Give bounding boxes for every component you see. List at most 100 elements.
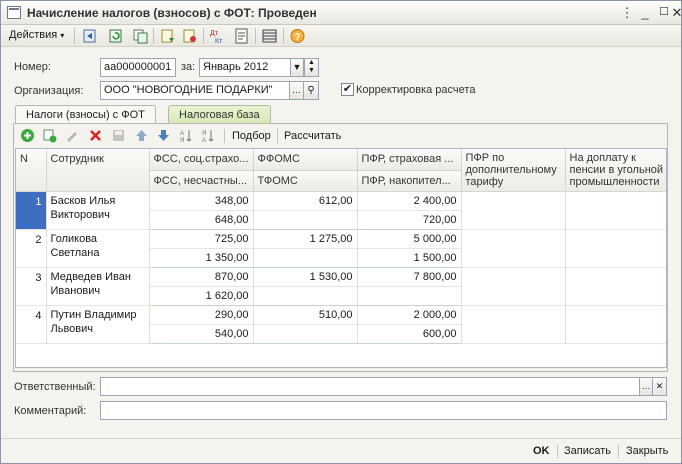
pfr-additional-cell[interactable] xyxy=(461,229,566,268)
column-header-ffoms[interactable]: ФФОМС xyxy=(253,149,358,171)
coal-pension-cell[interactable] xyxy=(565,267,666,306)
pfr-accumulative-cell[interactable]: 600,00 xyxy=(357,324,462,344)
refresh-doc-icon[interactable] xyxy=(107,28,124,44)
fss-accident-cell[interactable]: 1 350,00 xyxy=(149,248,254,268)
title-bar: Начисление налогов (взносов) с ФОТ: Пров… xyxy=(1,1,682,25)
edit-row-icon[interactable] xyxy=(64,128,79,143)
fss-cell[interactable]: 348,00 xyxy=(149,191,254,211)
fss-cell[interactable]: 725,00 xyxy=(149,229,254,249)
column-header-tfoms[interactable]: ТФОМС xyxy=(253,170,358,192)
coal-pension-cell[interactable] xyxy=(565,305,666,344)
report-icon[interactable] xyxy=(233,28,250,44)
column-header-employee[interactable]: Сотрудник xyxy=(46,149,150,192)
pfr-additional-cell[interactable] xyxy=(461,191,566,230)
responsible-clear-button[interactable]: ✕ xyxy=(652,377,667,396)
pfr-accumulative-cell[interactable]: 720,00 xyxy=(357,210,462,230)
pfr-accumulative-cell[interactable] xyxy=(357,286,462,306)
post-document-icon[interactable] xyxy=(159,28,176,44)
period-field[interactable]: Январь 2012 xyxy=(199,58,291,77)
employee-cell[interactable]: Медведев Иван Иванович xyxy=(46,267,150,306)
row-number[interactable]: 2 xyxy=(16,229,47,268)
help-icon[interactable]: ? xyxy=(289,28,306,44)
employee-cell[interactable]: Голикова Светлана xyxy=(46,229,150,268)
table-row[interactable]: 1 Басков Илья Викторович 348,00 612,00 2… xyxy=(16,191,666,230)
coal-pension-cell[interactable] xyxy=(565,229,666,268)
svg-text:Я: Я xyxy=(202,131,206,137)
toolbar-separator xyxy=(74,28,75,44)
unpost-document-icon[interactable] xyxy=(181,28,198,44)
period-dropdown-button[interactable]: ▼ xyxy=(290,58,304,77)
table-row[interactable]: 2 Голикова Светлана 725,00 1 275,00 5 00… xyxy=(16,229,666,268)
fss-accident-cell[interactable]: 540,00 xyxy=(149,324,254,344)
move-up-icon[interactable] xyxy=(134,128,149,143)
copy-doc-icon[interactable] xyxy=(132,28,149,44)
column-header-pfr-additional[interactable]: ПФР по дополнительному тарифу xyxy=(461,149,566,192)
column-header-n[interactable]: N xyxy=(16,149,47,192)
tfoms-cell[interactable] xyxy=(253,210,358,230)
organization-label: Организация: xyxy=(14,85,84,97)
debit-credit-icon[interactable]: Дт Кт xyxy=(209,28,226,44)
document-window: Начисление налогов (взносов) с ФОТ: Пров… xyxy=(0,0,682,464)
close-window-button[interactable]: ✕ xyxy=(669,5,682,20)
row-number[interactable]: 3 xyxy=(16,267,47,306)
more-icon[interactable]: ⋮ xyxy=(619,5,635,20)
employee-cell[interactable]: Путин Владимир Львович xyxy=(46,305,150,344)
responsible-field[interactable] xyxy=(100,377,640,396)
organization-select-button[interactable]: … xyxy=(289,81,304,100)
pfr-additional-cell[interactable] xyxy=(461,267,566,306)
pfr-accumulative-cell[interactable]: 1 500,00 xyxy=(357,248,462,268)
sort-ascending-icon[interactable]: А Я xyxy=(179,128,194,143)
ffoms-cell[interactable]: 612,00 xyxy=(253,191,358,211)
move-down-icon[interactable] xyxy=(156,128,171,143)
organization-open-button[interactable]: ⚲ xyxy=(303,81,319,100)
structure-icon[interactable] xyxy=(261,28,278,44)
ffoms-cell[interactable]: 1 275,00 xyxy=(253,229,358,249)
employee-cell[interactable]: Басков Илья Викторович xyxy=(46,191,150,230)
row-number[interactable]: 1 xyxy=(16,191,47,230)
save-button[interactable]: Записать xyxy=(564,445,611,457)
pfr-insurance-cell[interactable]: 2 000,00 xyxy=(357,305,462,325)
copy-row-icon[interactable] xyxy=(42,128,57,143)
sort-descending-icon[interactable]: Я А xyxy=(201,128,216,143)
go-back-icon[interactable] xyxy=(81,28,98,44)
row-number[interactable]: 4 xyxy=(16,305,47,344)
period-spin-button[interactable]: ▲ ▼ xyxy=(304,58,319,77)
pfr-insurance-cell[interactable]: 2 400,00 xyxy=(357,191,462,211)
actions-menu[interactable]: Действия ▾ xyxy=(9,29,64,41)
ok-button[interactable]: OK xyxy=(533,445,550,457)
number-field[interactable]: аа000000001 xyxy=(100,58,176,77)
pfr-insurance-cell[interactable]: 7 800,00 xyxy=(357,267,462,287)
pfr-additional-cell[interactable] xyxy=(461,305,566,344)
fss-accident-cell[interactable]: 648,00 xyxy=(149,210,254,230)
column-header-pfr-accumulative[interactable]: ПФР, накопител... xyxy=(357,170,462,192)
column-header-pfr-insurance[interactable]: ПФР, страховая ... xyxy=(357,149,462,171)
fss-accident-cell[interactable]: 1 620,00 xyxy=(149,286,254,306)
correction-checkbox[interactable]: ✔ xyxy=(341,83,354,96)
table-row[interactable]: 4 Путин Владимир Львович 290,00 510,00 2… xyxy=(16,305,666,344)
column-header-fss-social[interactable]: ФСС, соц.страхо... xyxy=(149,149,254,171)
close-button[interactable]: Закрыть xyxy=(626,445,668,457)
column-header-coal-pension[interactable]: На доплату к пенсии в угольной промышлен… xyxy=(565,149,666,192)
comment-field[interactable] xyxy=(100,401,667,420)
tfoms-cell[interactable] xyxy=(253,286,358,306)
tab-tax-base[interactable]: Налоговая база xyxy=(168,105,271,124)
pfr-insurance-cell[interactable]: 5 000,00 xyxy=(357,229,462,249)
coal-pension-cell[interactable] xyxy=(565,191,666,230)
add-row-icon[interactable] xyxy=(20,128,35,143)
calculate-button[interactable]: Рассчитать xyxy=(284,130,341,142)
organization-field[interactable]: ООО "НОВОГОДНИЕ ПОДАРКИ" xyxy=(100,81,290,100)
column-header-fss-accident[interactable]: ФСС, несчастны... xyxy=(149,170,254,192)
save-row-icon[interactable] xyxy=(111,128,126,143)
tfoms-cell[interactable] xyxy=(253,248,358,268)
delete-row-icon[interactable] xyxy=(88,128,103,143)
tfoms-cell[interactable] xyxy=(253,324,358,344)
ffoms-cell[interactable]: 510,00 xyxy=(253,305,358,325)
fss-cell[interactable]: 870,00 xyxy=(149,267,254,287)
tab-taxes[interactable]: Налоги (взносы) с ФОТ xyxy=(15,105,156,124)
responsible-select-button[interactable]: … xyxy=(639,377,653,396)
minimize-button[interactable]: _ xyxy=(637,5,653,20)
table-row[interactable]: 3 Медведев Иван Иванович 870,00 1 530,00… xyxy=(16,267,666,306)
fss-cell[interactable]: 290,00 xyxy=(149,305,254,325)
ffoms-cell[interactable]: 1 530,00 xyxy=(253,267,358,287)
pick-button[interactable]: Подбор xyxy=(232,130,271,142)
